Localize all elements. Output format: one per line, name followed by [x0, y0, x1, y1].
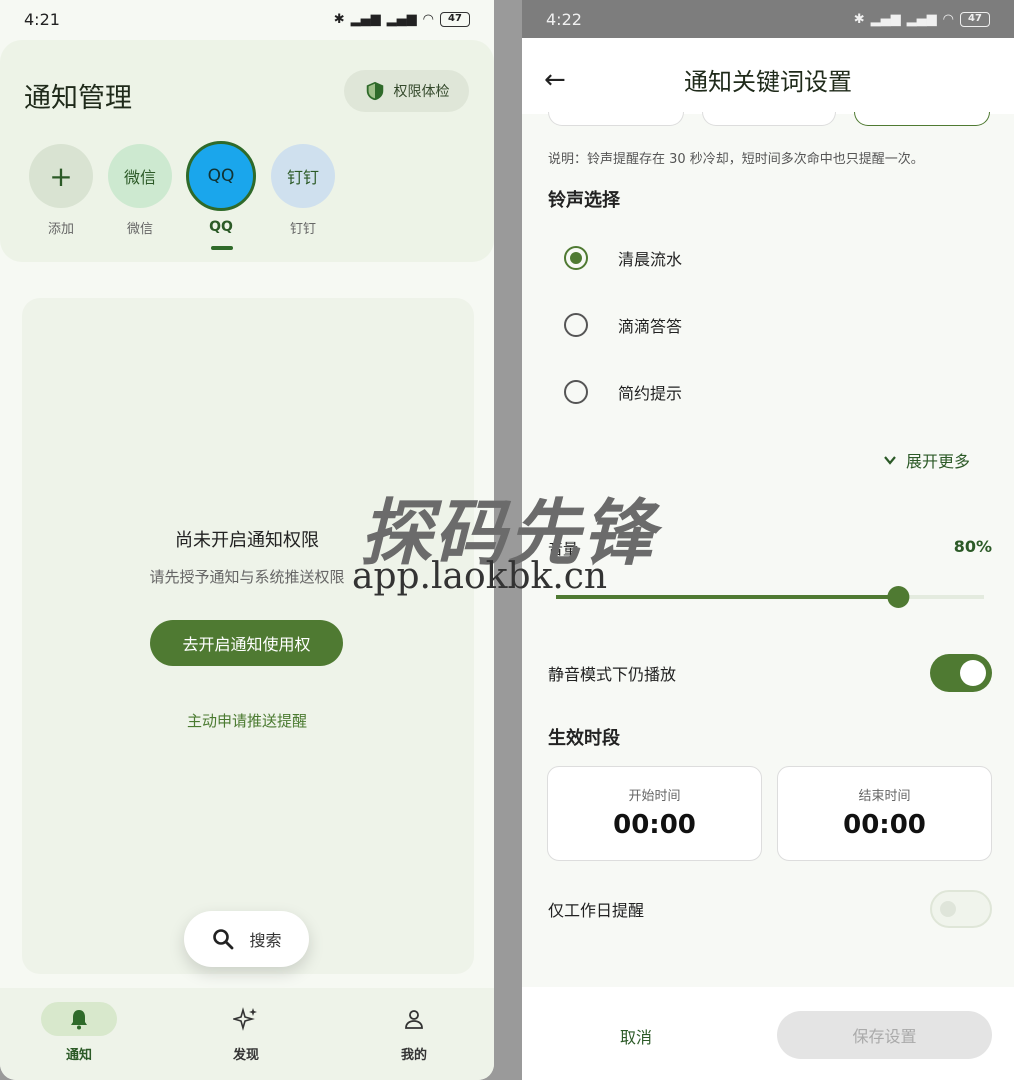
cooldown-note: 说明：铃声提醒存在 30 秒冷却，短时间多次命中也只提醒一次。 [548, 152, 924, 167]
plus-icon: + [29, 144, 93, 208]
chevron-down-icon [884, 456, 896, 465]
workday-label: 仅工作日提醒 [548, 901, 645, 920]
enable-notification-access-button[interactable]: 去开启通知使用权 [150, 620, 343, 666]
chip-partial[interactable] [702, 112, 836, 126]
workday-toggle[interactable] [930, 890, 992, 928]
ringtone-option[interactable]: 清晨流水 [564, 246, 682, 270]
search-icon [213, 929, 234, 950]
silent-mode-toggle[interactable] [930, 654, 992, 692]
permission-check-button[interactable]: 权限体检 [344, 70, 469, 112]
bluetooth-icon: ✱ [333, 11, 345, 27]
wifi-icon: ◠ [422, 11, 434, 27]
nav-profile[interactable]: 我的 [364, 1002, 464, 1063]
chip-partial-selected[interactable] [854, 112, 990, 126]
app-dingtalk[interactable]: 钉钉 钉钉 [268, 144, 338, 237]
bottom-nav: 通知 发现 我的 [0, 988, 494, 1080]
battery-icon: 47 [440, 11, 470, 27]
page-title: 通知管理 [24, 83, 132, 114]
shield-icon [366, 81, 383, 101]
signal-icon: ▂▄▆ [870, 11, 901, 27]
request-push-link[interactable]: 主动申请推送提醒 [0, 710, 494, 731]
ringtone-option[interactable]: 简约提示 [564, 380, 682, 404]
end-time-box[interactable]: 结束时间 00:00 [777, 766, 992, 861]
volume-percent: 80% [953, 537, 992, 556]
volume-slider[interactable] [556, 582, 984, 612]
active-period-title: 生效时段 [548, 728, 620, 749]
radio-unselected[interactable] [564, 380, 588, 404]
silent-mode-row: 静音模式下仍播放 [548, 654, 992, 692]
sparkle-icon [233, 1007, 257, 1031]
app-qq[interactable]: QQ QQ [186, 141, 256, 235]
ringtone-section-title: 铃声选择 [548, 190, 620, 211]
chip-partial[interactable] [548, 112, 684, 126]
status-time: 4:21 [24, 9, 60, 29]
start-time-box[interactable]: 开始时间 00:00 [547, 766, 762, 861]
bell-icon [71, 1010, 87, 1030]
status-bar: 4:22 ✱ ▂▄▆ ▂▄▆ ◠ 47 [522, 0, 1014, 38]
bluetooth-icon: ✱ [853, 11, 865, 27]
qq-avatar: QQ [186, 141, 256, 211]
signal-icon-2: ▂▄▆ [386, 11, 417, 27]
dingtalk-avatar: 钉钉 [271, 144, 335, 208]
ringtone-option[interactable]: 滴滴答答 [564, 313, 682, 337]
cancel-button[interactable]: 取消 [620, 1024, 652, 1048]
signal-icon: ▂▄▆ [350, 11, 381, 27]
status-time: 4:22 [546, 9, 582, 29]
nav-discover[interactable]: 发现 [196, 1002, 296, 1063]
signal-icon-2: ▂▄▆ [906, 11, 937, 27]
silent-mode-label: 静音模式下仍播放 [548, 665, 677, 684]
expand-more-button[interactable]: 展开更多 [882, 448, 970, 472]
wechat-avatar: 微信 [108, 144, 172, 208]
save-settings-button[interactable]: 保存设置 [777, 1011, 992, 1059]
status-bar: 4:21 ✱ ▂▄▆ ▂▄▆ ◠ 47 [0, 0, 494, 38]
nav-notifications[interactable]: 通知 [29, 1002, 129, 1063]
page-title: 通知关键词设置 [684, 68, 852, 96]
wifi-icon: ◠ [942, 11, 954, 27]
search-button[interactable]: 搜索 [184, 911, 309, 967]
app-add[interactable]: + 添加 [26, 144, 96, 237]
app-wechat[interactable]: 微信 微信 [105, 144, 175, 237]
battery-icon: 47 [960, 11, 990, 27]
watermark-url: app.laokbk.cn [352, 556, 608, 597]
radio-unselected[interactable] [564, 313, 588, 337]
person-icon [405, 1010, 423, 1029]
slider-thumb[interactable] [887, 586, 910, 608]
workday-row: 仅工作日提醒 [548, 890, 992, 928]
selected-indicator [211, 246, 233, 250]
radio-selected[interactable] [564, 246, 588, 270]
